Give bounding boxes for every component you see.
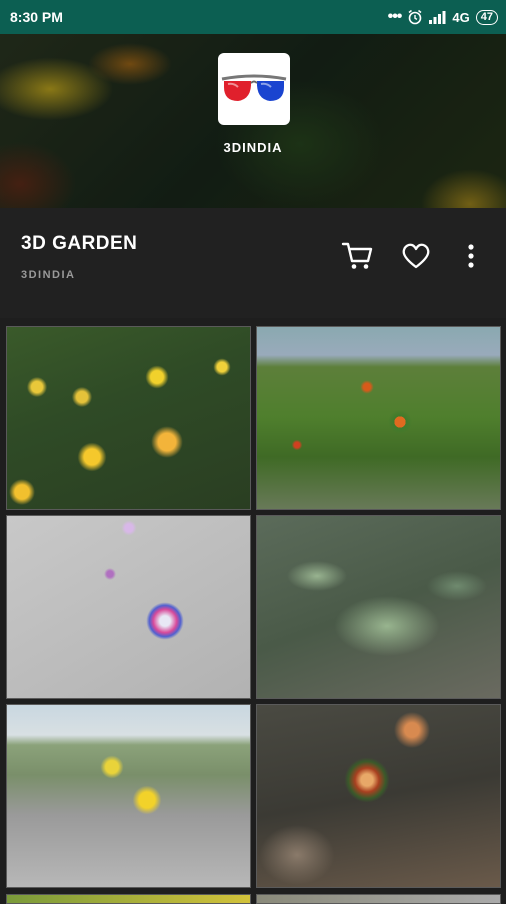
gallery-image-partial[interactable]: [6, 894, 251, 904]
cart-button[interactable]: [340, 238, 376, 274]
gallery-image-pink-blue-flower[interactable]: [6, 515, 251, 699]
page-title: 3D GARDEN: [21, 233, 138, 254]
image-gallery: [0, 318, 506, 904]
battery-icon: 47: [475, 9, 498, 25]
status-bar: 8:30 PM ••• 4G 47: [0, 0, 506, 34]
cart-icon: [341, 242, 373, 269]
product-header: 3D GARDEN 3DINDIA: [0, 208, 506, 318]
gallery-image-partial[interactable]: [256, 894, 501, 904]
app-name: 3DINDIA: [223, 140, 283, 155]
alarm-icon: [408, 9, 422, 25]
heart-icon: [402, 243, 430, 269]
gallery-image-yellow-flower-wall[interactable]: [6, 704, 251, 888]
gallery-image-garden-red-flower[interactable]: [256, 326, 501, 510]
status-icons: ••• 4G 47: [388, 8, 498, 26]
gallery-image-yellow-flowers[interactable]: [6, 326, 251, 510]
app-icon[interactable]: [218, 53, 290, 125]
gallery-image-potted-succulent[interactable]: [256, 704, 501, 888]
publisher-name[interactable]: 3DINDIA: [21, 269, 76, 281]
hero-banner: 3DINDIA: [0, 34, 506, 208]
status-time: 8:30 PM: [10, 9, 63, 25]
network-label: 4G: [452, 9, 470, 25]
battery-level: 47: [480, 10, 493, 23]
anaglyph-3d-glasses-icon: [221, 74, 287, 101]
gallery-image-green-plant[interactable]: [256, 515, 501, 699]
signal-icon: [429, 10, 446, 24]
wishlist-button[interactable]: [398, 238, 434, 274]
notification-dots-icon: •••: [387, 8, 403, 25]
more-options-button[interactable]: [453, 238, 489, 274]
more-vert-icon: [468, 244, 474, 268]
